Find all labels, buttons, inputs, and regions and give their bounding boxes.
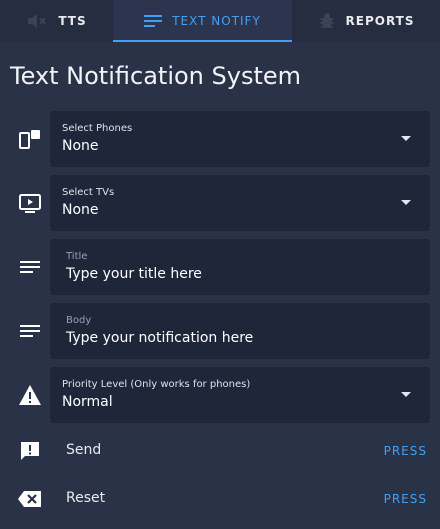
tab-text-notify[interactable]: TEXT NOTIFY — [113, 0, 292, 42]
select-tvs-value: None — [62, 202, 99, 218]
tab-reports[interactable]: REPORTS — [292, 0, 440, 42]
title-input[interactable]: Type your title here — [66, 266, 202, 282]
tab-reports-label: REPORTS — [345, 14, 415, 28]
tab-bar: TTS TEXT NOTIFY REPORTS — [0, 0, 440, 42]
chevron-down-icon[interactable] — [401, 136, 411, 141]
title-field[interactable]: Title Type your title here — [50, 239, 430, 295]
reset-button[interactable]: PRESS — [384, 492, 427, 506]
message-alert-icon — [14, 435, 46, 467]
select-phones-value: None — [62, 138, 99, 154]
page-title: Text Notification System — [10, 62, 301, 90]
send-button[interactable]: PRESS — [384, 444, 427, 458]
body-field[interactable]: Body Type your notification here — [50, 303, 430, 359]
speaker-muted-icon — [26, 12, 48, 30]
select-phones-label: Select Phones — [62, 123, 133, 134]
chevron-down-icon[interactable] — [401, 392, 411, 397]
chevron-down-icon[interactable] — [401, 200, 411, 205]
title-label: Title — [66, 251, 88, 262]
tv-play-icon — [14, 187, 46, 219]
bug-icon — [318, 12, 336, 30]
tab-text-notify-label: TEXT NOTIFY — [172, 14, 261, 28]
priority-level-value: Normal — [62, 394, 113, 410]
phone-tablet-icon — [14, 123, 46, 155]
reset-label: Reset — [66, 490, 106, 506]
select-tvs-field[interactable]: Select TVs None — [50, 175, 430, 231]
text-lines-icon — [14, 315, 46, 347]
priority-level-field[interactable]: Priority Level (Only works for phones) N… — [50, 367, 430, 423]
priority-level-label: Priority Level (Only works for phones) — [62, 379, 251, 390]
body-label: Body — [66, 315, 92, 326]
backspace-icon — [14, 483, 46, 515]
select-tvs-label: Select TVs — [62, 187, 115, 198]
send-label: Send — [66, 442, 102, 458]
tab-tts[interactable]: TTS — [0, 0, 113, 42]
tab-tts-label: TTS — [58, 14, 87, 28]
text-lines-icon — [14, 251, 46, 283]
active-tab-indicator — [113, 40, 292, 42]
warning-icon — [14, 379, 46, 411]
text-lines-icon — [144, 14, 163, 28]
select-phones-field[interactable]: Select Phones None — [50, 111, 430, 167]
body-input[interactable]: Type your notification here — [66, 330, 253, 346]
